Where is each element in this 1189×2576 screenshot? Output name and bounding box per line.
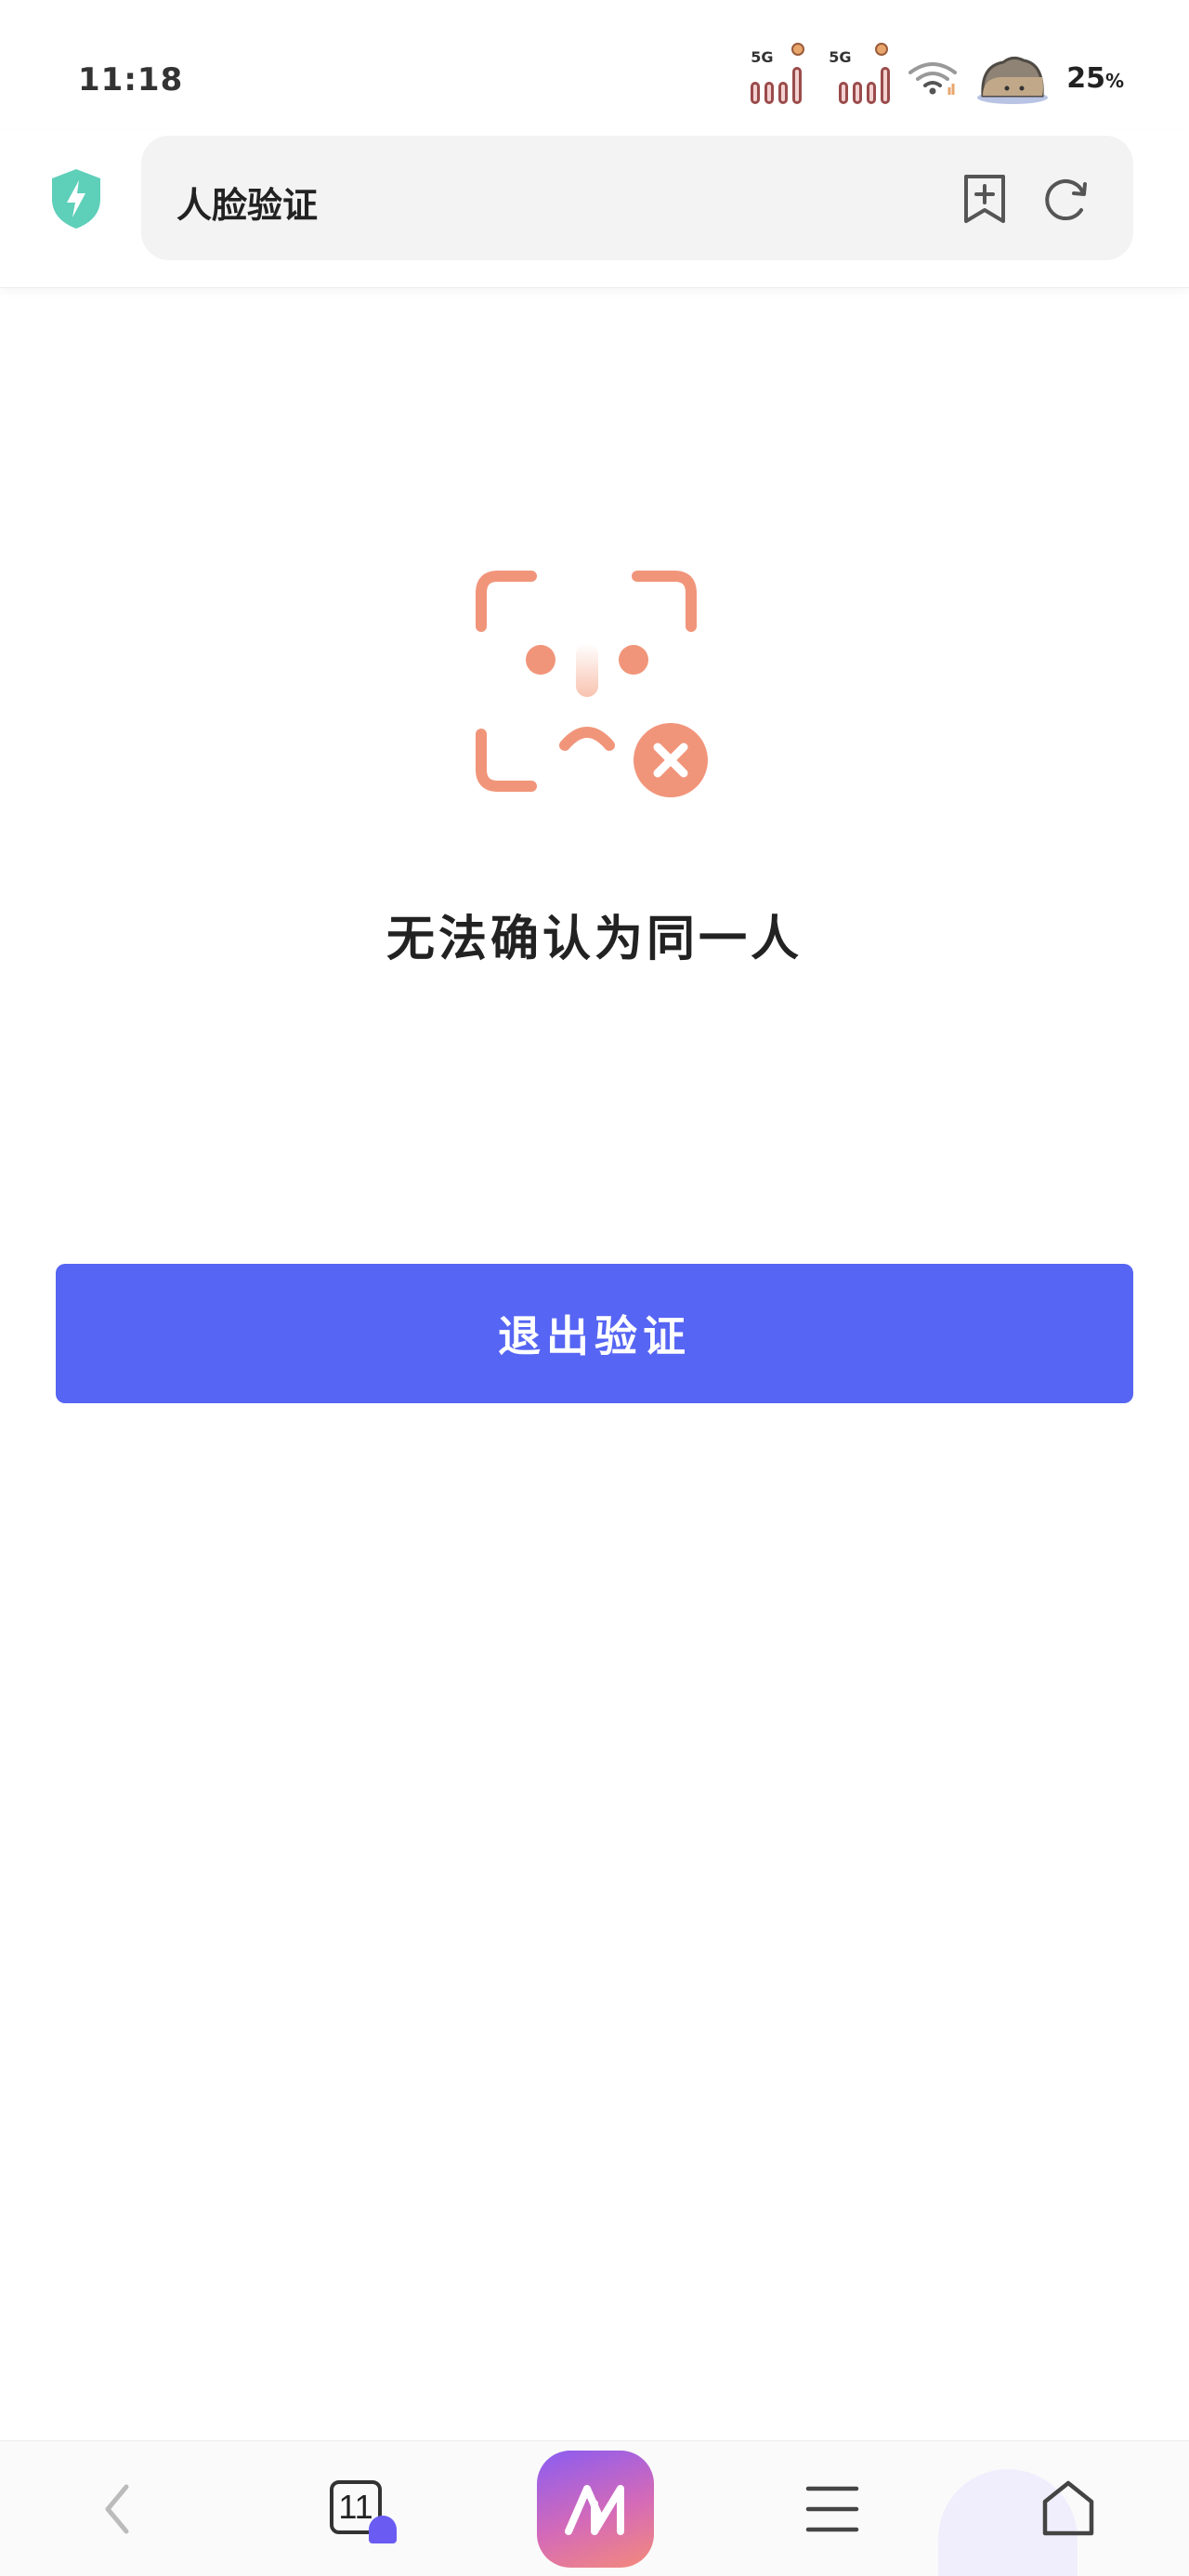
battery-icon (977, 56, 1049, 104)
reload-icon[interactable] (1040, 173, 1091, 225)
status-bar: 11:18 5G 5G 25% (0, 0, 1189, 139)
signal-icon-sim2: 5G (823, 43, 891, 104)
status-time: 11:18 (78, 61, 184, 99)
sim2-label: 5G (829, 48, 852, 66)
exit-verification-button[interactable]: 退出验证 (56, 1264, 1133, 1403)
face-verify-failed-icon (476, 571, 708, 797)
sim1-label: 5G (751, 48, 774, 66)
ghost-badge-icon (369, 2516, 397, 2543)
home-button[interactable] (1031, 2441, 1105, 2576)
wifi-icon (908, 62, 958, 95)
tabs-button[interactable]: 11 (321, 2441, 397, 2576)
star-icon (875, 43, 889, 56)
menu-button[interactable] (795, 2441, 869, 2576)
bottom-nav: 11 (0, 2440, 1189, 2576)
signal-icon-sim1: 5G (751, 43, 806, 104)
battery-level: 25% (1066, 61, 1124, 95)
add-bookmark-icon[interactable] (960, 173, 1009, 225)
address-bar[interactable]: 人脸验证 (141, 136, 1133, 260)
back-button[interactable] (80, 2441, 154, 2576)
ai-assistant-button[interactable] (537, 2441, 654, 2576)
page-title: 人脸验证 (176, 185, 319, 226)
menu-icon (805, 2486, 859, 2532)
browser-top-bar: 人脸验证 (0, 130, 1189, 288)
back-icon (105, 2484, 129, 2534)
star-icon (791, 43, 805, 56)
tabs-icon: 11 (326, 2477, 397, 2543)
shield-icon[interactable] (48, 167, 104, 230)
page: 11:18 5G 5G 25% 人脸验证 无法确认为同一人 退出验证 11 (0, 0, 1189, 2576)
home-icon (1042, 2480, 1094, 2536)
ai-assistant-icon (537, 2451, 654, 2568)
status-icons: 5G 5G 25% (751, 43, 1124, 108)
verification-result-message: 无法确认为同一人 (385, 912, 803, 967)
